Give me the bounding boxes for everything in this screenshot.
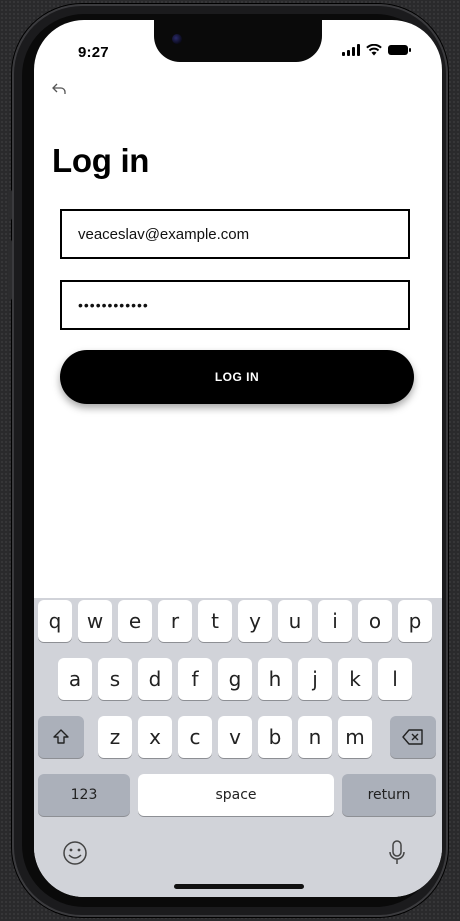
key[interactable]: m xyxy=(338,716,372,758)
key[interactable]: c xyxy=(178,716,212,758)
key[interactable]: y xyxy=(238,600,272,642)
login-button[interactable]: LOG IN xyxy=(60,350,414,404)
backspace-key[interactable] xyxy=(390,716,436,758)
key[interactable]: x xyxy=(138,716,172,758)
emoji-icon[interactable] xyxy=(60,838,90,868)
key[interactable]: o xyxy=(358,600,392,642)
key[interactable]: f xyxy=(178,658,212,700)
camera-icon xyxy=(172,34,182,44)
cellular-signal-icon xyxy=(342,44,360,56)
key[interactable]: i xyxy=(318,600,352,642)
return-key[interactable]: return xyxy=(342,774,436,816)
key[interactable]: j xyxy=(298,658,332,700)
shift-icon xyxy=(53,729,69,744)
screen: 9:27 Log in veaceslav@example.com ••••••… xyxy=(34,20,442,897)
numbers-key[interactable]: 123 xyxy=(38,774,130,816)
key[interactable]: u xyxy=(278,600,312,642)
key[interactable]: r xyxy=(158,600,192,642)
key[interactable]: h xyxy=(258,658,292,700)
key[interactable]: l xyxy=(378,658,412,700)
battery-icon xyxy=(388,45,411,55)
page-title: Log in xyxy=(52,142,150,179)
space-key[interactable]: space xyxy=(138,774,334,816)
backspace-icon xyxy=(402,729,423,745)
key[interactable]: t xyxy=(198,600,232,642)
key[interactable]: s xyxy=(98,658,132,700)
side-button xyxy=(8,240,12,300)
side-button xyxy=(8,190,12,220)
key[interactable]: b xyxy=(258,716,292,758)
shift-key[interactable] xyxy=(38,716,84,758)
home-indicator xyxy=(174,884,304,889)
microphone-icon[interactable] xyxy=(382,838,412,868)
on-screen-keyboard: q w e r t y u i o p a s d f g h j k l z … xyxy=(34,598,442,897)
key[interactable]: p xyxy=(398,600,432,642)
email-field[interactable]: veaceslav@example.com xyxy=(60,209,410,259)
status-icons xyxy=(342,44,411,56)
password-field[interactable]: •••••••••••• xyxy=(60,280,410,330)
key[interactable]: e xyxy=(118,600,152,642)
key[interactable]: g xyxy=(218,658,252,700)
back-arrow-icon[interactable] xyxy=(52,82,66,100)
notch xyxy=(154,20,322,62)
status-time: 9:27 xyxy=(78,44,109,61)
key[interactable]: n xyxy=(298,716,332,758)
key[interactable]: v xyxy=(218,716,252,758)
key[interactable]: k xyxy=(338,658,372,700)
key[interactable]: d xyxy=(138,658,172,700)
key[interactable]: w xyxy=(78,600,112,642)
key[interactable]: q xyxy=(38,600,72,642)
key[interactable]: a xyxy=(58,658,92,700)
wifi-icon xyxy=(366,44,382,56)
key[interactable]: z xyxy=(98,716,132,758)
